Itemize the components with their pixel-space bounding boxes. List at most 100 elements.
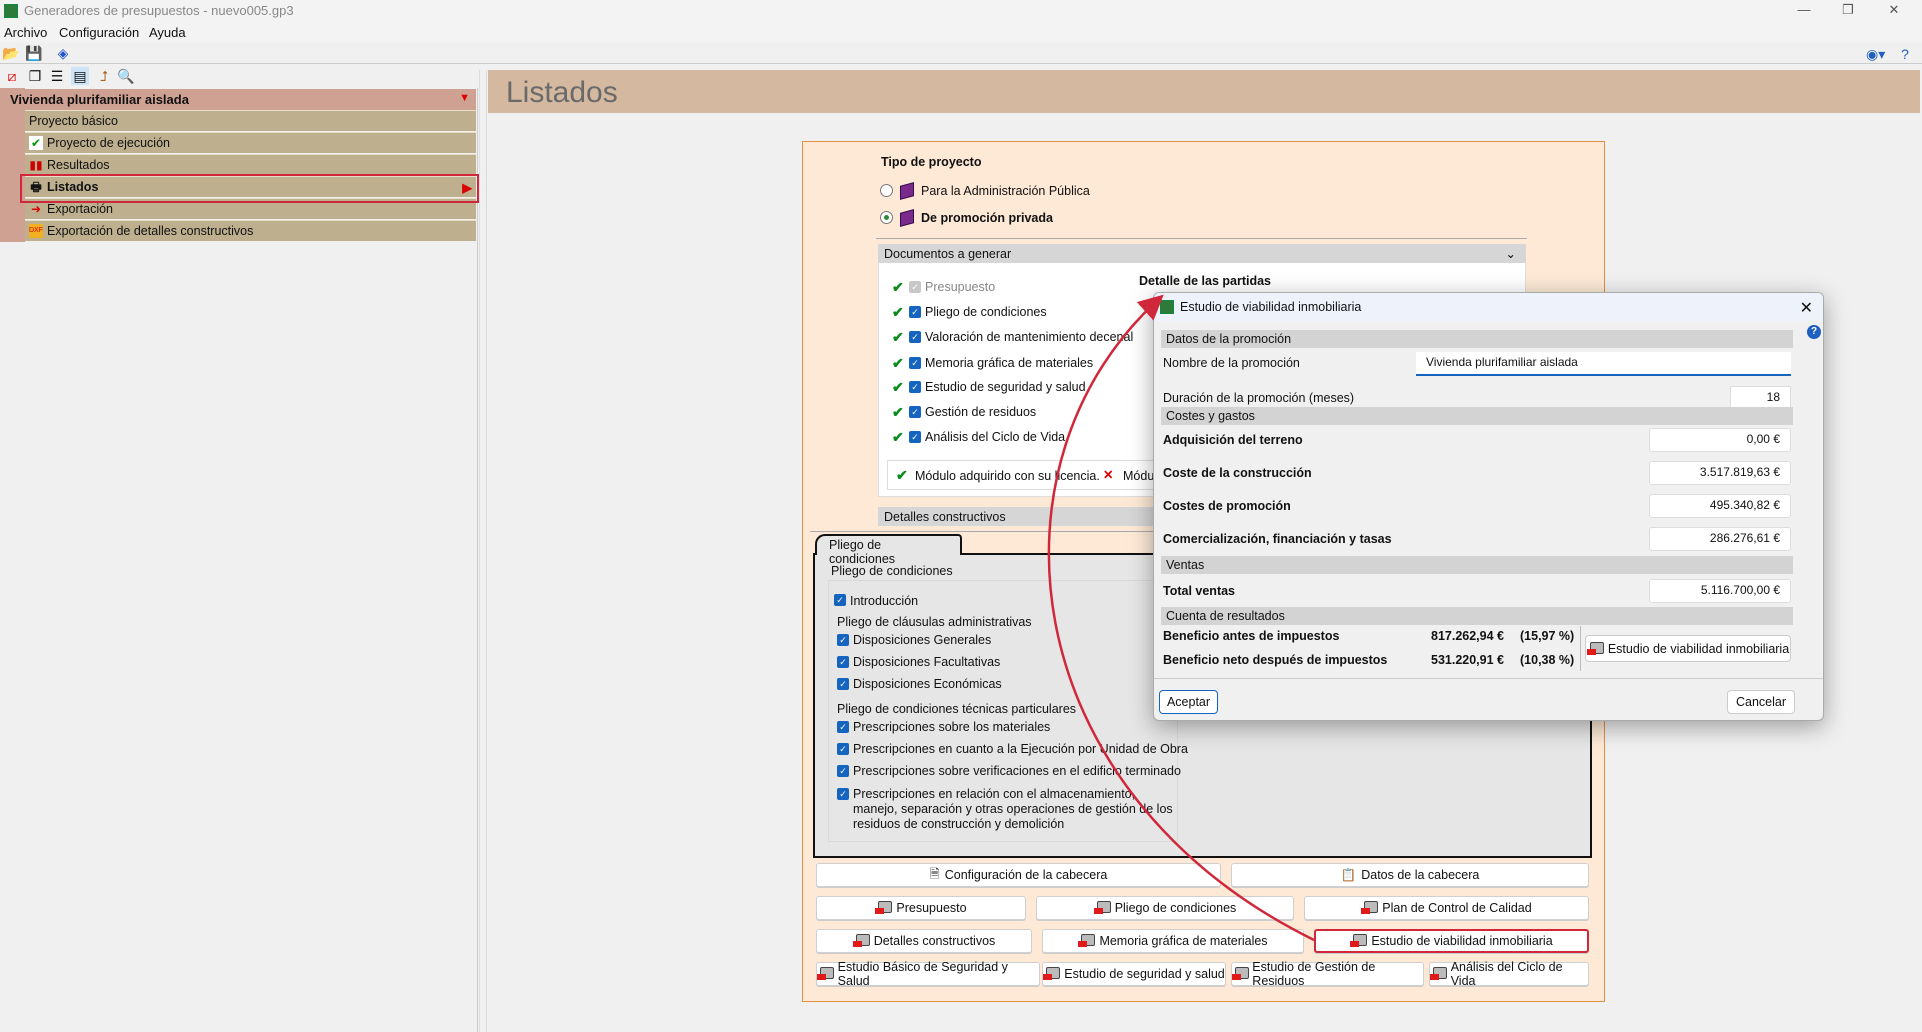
tec-checkbox[interactable]: ✓ [837, 743, 849, 755]
copy-icon[interactable]: ❐ [26, 67, 44, 85]
doc-checkbox[interactable]: ✓ [909, 306, 921, 318]
doc-checkbox[interactable]: ✓ [909, 281, 921, 293]
doc-checkbox[interactable]: ✓ [909, 357, 921, 369]
tec-label: Prescripciones en relación con el almace… [853, 787, 1173, 831]
tec-checkbox[interactable]: ✓ [837, 788, 849, 800]
button-label: Configuración de la cabecera [944, 868, 1108, 882]
tree-item-resultados[interactable]: ▮▮ Resultados [25, 154, 476, 175]
config-icon: 🗎 [929, 866, 940, 881]
module-check-icon: ✔ [892, 329, 904, 345]
viabilidad-button[interactable]: Estudio de viabilidad inmobiliaria [1314, 929, 1589, 953]
datos-cabecera-button[interactable]: 📋 Datos de la cabecera [1231, 863, 1589, 887]
nombre-label: Nombre de la promoción [1163, 356, 1300, 370]
tree-item-label: Proyecto básico [29, 114, 118, 128]
export-icon: ➜ [30, 202, 42, 216]
residuos-button[interactable]: Estudio de Gestión de Residuos [1231, 960, 1424, 988]
maximize-button[interactable]: ❐ [1828, 2, 1868, 18]
radio-administracion[interactable] [880, 184, 893, 197]
tec-title: Pliego de condiciones técnicas particula… [837, 702, 1077, 716]
button-label: Estudio de viabilidad inmobiliaria [1371, 934, 1553, 948]
print-icon [875, 901, 893, 915]
admin-label: Disposiciones Generales [853, 633, 992, 647]
pliego-button[interactable]: Pliego de condiciones [1036, 896, 1294, 920]
radio-administracion-label[interactable]: Para la Administración Pública [921, 184, 1090, 198]
globe-dropdown-icon[interactable]: ◉▾ [1866, 45, 1885, 63]
close-button[interactable]: ✕ [1874, 2, 1914, 18]
print-icon [1361, 901, 1379, 915]
doc-checkbox[interactable]: ✓ [909, 431, 921, 443]
collapse-triangle-icon[interactable]: ▼ [459, 92, 470, 104]
checkbox-introduccion[interactable]: ✓ [834, 594, 846, 606]
doc-checkbox[interactable]: ✓ [909, 406, 921, 418]
ebss-button[interactable]: Estudio Básico de Seguridad y Salud [816, 960, 1040, 988]
comerc-input[interactable]: 286.276,61 € [1649, 527, 1791, 551]
ventas-label: Total ventas [1163, 584, 1236, 598]
title-bar: Generadores de presupuestos - nuevo005.g… [0, 0, 1922, 22]
admin-checkbox[interactable]: ✓ [837, 634, 849, 646]
minimize-button[interactable]: — [1784, 2, 1824, 17]
config-cabecera-button[interactable]: 🗎 Configuración de la cabecera [816, 863, 1221, 887]
dialog-close-icon[interactable]: ✕ [1800, 298, 1813, 318]
doc-label: Pliego de condiciones [925, 305, 1047, 319]
memoria-button[interactable]: Memoria gráfica de materiales [1042, 929, 1304, 953]
doc-label: Valoración de mantenimiento decenal [925, 330, 1134, 344]
tec-checkbox[interactable]: ✓ [837, 765, 849, 777]
menu-ayuda[interactable]: Ayuda [149, 25, 186, 40]
tab-pliego[interactable]: Pliego de condiciones [815, 534, 962, 566]
help-icon[interactable]: ? [1896, 45, 1914, 63]
tree-item-exportacion-detalles[interactable]: DXF Exportación de detalles constructivos [25, 220, 476, 241]
construccion-label: Coste de la construcción [1163, 466, 1312, 480]
terreno-input[interactable]: 0,00 € [1649, 428, 1791, 452]
tree-root[interactable]: Vivienda plurifamiliar aislada ▼ [0, 89, 476, 110]
list-icon[interactable]: ☰ [48, 67, 66, 85]
save-icon[interactable]: 💾 [25, 44, 43, 62]
doc-label: Gestión de residuos [925, 405, 1037, 419]
dialog-title-bar: Estudio de viabilidad inmobiliaria ✕ [1154, 293, 1823, 321]
report-viabilidad-button[interactable]: Estudio de viabilidad inmobiliaria [1585, 635, 1791, 662]
aceptar-button[interactable]: Aceptar [1159, 690, 1218, 714]
cancelar-button[interactable]: Cancelar [1727, 690, 1795, 714]
admin-checkbox[interactable]: ✓ [837, 656, 849, 668]
acv-button[interactable]: Análisis del Ciclo de Vida [1429, 960, 1589, 988]
doc-checkbox[interactable]: ✓ [909, 381, 921, 393]
menu-configuracion[interactable]: Configuración [59, 25, 139, 40]
presupuesto-button[interactable]: Presupuesto [816, 896, 1026, 920]
doc-checkbox[interactable]: ✓ [909, 331, 921, 343]
search-icon[interactable]: 🔍 [117, 67, 135, 85]
plan-calidad-button[interactable]: Plan de Control de Calidad [1304, 896, 1589, 920]
doc-label: Análisis del Ciclo de Vida [925, 430, 1066, 444]
bai-pct: (15,97 %) [1520, 629, 1575, 643]
construccion-input[interactable]: 3.517.819,63 € [1649, 461, 1791, 485]
update-globe-icon[interactable]: ◈ [54, 44, 72, 62]
promocion-input[interactable]: 495.340,82 € [1649, 494, 1791, 518]
radio-privada[interactable] [880, 211, 893, 224]
print-icon [1078, 934, 1096, 948]
doc-label: Estudio de seguridad y salud [925, 380, 1086, 394]
ventas-input[interactable]: 5.116.700,00 € [1649, 579, 1791, 603]
detalle-partidas-label: Detalle de las partidas [1139, 274, 1272, 288]
documentos-header[interactable]: Documentos a generar ⌄ [878, 244, 1526, 263]
splitter[interactable] [479, 70, 487, 1032]
delete-icon[interactable]: ⧄ [3, 67, 21, 85]
tec-label: Prescripciones sobre los materiales [853, 720, 1051, 734]
detalles-button[interactable]: Detalles constructivos [816, 929, 1032, 953]
tree-item-proyecto-basico[interactable]: Proyecto básico [25, 110, 476, 131]
tec-checkbox[interactable]: ✓ [837, 721, 849, 733]
introduccion-label: Introducción [850, 594, 919, 608]
tec-label: Prescripciones sobre verificaciones en e… [853, 764, 1181, 778]
menu-archivo[interactable]: Archivo [4, 25, 47, 40]
radio-privada-label[interactable]: De promoción privada [921, 211, 1053, 225]
ess-button[interactable]: Estudio de seguridad y salud [1042, 962, 1226, 986]
form-icon[interactable]: ▤ [71, 67, 89, 85]
dialog-help-icon[interactable]: ? [1807, 325, 1821, 339]
up-arrow-icon[interactable]: ⮥ [95, 67, 113, 85]
section-ventas: Ventas [1161, 556, 1793, 574]
open-folder-icon[interactable]: 📂 [2, 44, 20, 62]
chevron-down-icon[interactable]: ⌄ [1506, 246, 1516, 261]
bar-chart-icon: ▮▮ [29, 158, 43, 172]
admin-checkbox[interactable]: ✓ [837, 678, 849, 690]
button-label: Detalles constructivos [873, 934, 996, 948]
nombre-input[interactable]: Vivienda plurifamiliar aislada [1416, 352, 1791, 376]
tree-item-proyecto-ejecucion[interactable]: ✔ Proyecto de ejecución [25, 132, 476, 153]
bdi-pct: (10,38 %) [1520, 653, 1575, 667]
